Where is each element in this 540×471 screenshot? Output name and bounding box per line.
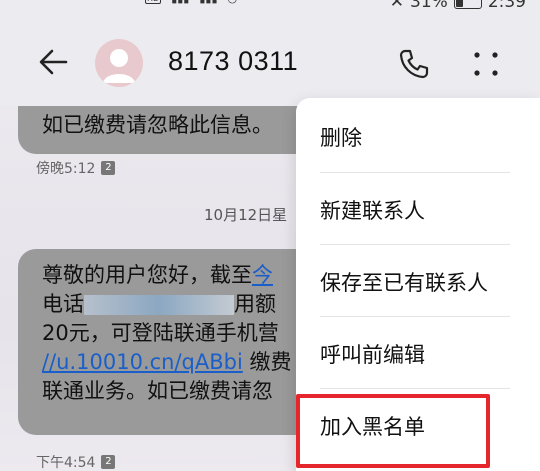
status-bar: HD ▮▮▮ ▮▮▮ ◔ ✕ 31% 2:39	[0, 0, 540, 22]
battery-percent: 31%	[410, 0, 448, 12]
options-menu: 删除 新建联系人 保存至已有联系人 呼叫前编辑 加入黑名单	[296, 98, 540, 471]
menu-item-new-contact[interactable]: 新建联系人	[296, 173, 540, 245]
message-meta: 傍晚5:12 2	[36, 158, 116, 178]
hd-icon: HD	[145, 0, 162, 4]
message-text: 缴费	[242, 350, 292, 374]
menu-item-delete[interactable]: 删除	[296, 100, 540, 172]
date-separator: 10月12日星	[204, 206, 288, 224]
signal-icon-2: ▮▮▮	[199, 0, 217, 5]
message-bubble[interactable]: 尊敬的用户您好，截至今 电话 用额 20元，可登陆联通手机营 //u.10010.…	[18, 249, 338, 435]
battery-fill	[455, 0, 463, 7]
message-line: 20元，可登陆联通手机营	[42, 321, 279, 345]
conversation-header: 8173 0311	[0, 22, 540, 106]
status-right: ✕ 31% 2:39	[390, 0, 526, 12]
message-line: 电话 用额	[42, 290, 338, 319]
message-line: 联通业务。如已缴费请忽	[42, 379, 273, 403]
more-options-icon[interactable]	[470, 48, 502, 80]
message-text: 如已缴费请忽略此信息。	[42, 113, 273, 137]
mute-icon: ✕	[389, 0, 405, 12]
redacted-block	[84, 295, 234, 315]
menu-item-save-to-existing[interactable]: 保存至已有联系人	[296, 245, 540, 317]
status-left: HD ▮▮▮ ▮▮▮ ◔	[145, 0, 237, 5]
message-text: 用额	[234, 292, 276, 316]
menu-item-label: 新建联系人	[320, 199, 425, 223]
message-bubble[interactable]: 如已缴费请忽略此信息。	[18, 106, 338, 154]
message-meta: 下午4:54 2	[36, 452, 116, 471]
status-time: 2:39	[487, 0, 526, 12]
wifi-icon: ◔	[228, 0, 238, 5]
message-link[interactable]: 今	[252, 263, 273, 287]
message-text: 尊敬的用户您好，截至	[42, 263, 252, 287]
sim-badge: 2	[101, 455, 116, 469]
signal-icon: ▮▮▮	[171, 0, 189, 5]
menu-item-edit-before-call[interactable]: 呼叫前编辑	[296, 317, 540, 389]
sim-badge: 2	[101, 161, 116, 175]
message-line: 尊敬的用户您好，截至今	[42, 261, 338, 290]
battery-icon	[453, 0, 482, 9]
contact-number: 8173 0311	[168, 46, 299, 76]
phone-icon[interactable]	[396, 46, 432, 82]
message-time: 傍晚5:12	[36, 161, 96, 177]
back-arrow-icon[interactable]	[36, 44, 72, 80]
person-icon	[103, 49, 135, 83]
menu-item-label: 呼叫前编辑	[320, 343, 425, 367]
highlight-box	[296, 394, 490, 468]
menu-item-label: 保存至已有联系人	[320, 271, 488, 295]
avatar[interactable]	[95, 39, 143, 87]
message-line: //u.10010.cn/qABbi 缴费	[42, 348, 338, 377]
menu-item-label: 删除	[320, 126, 362, 150]
message-text: 电话	[42, 292, 84, 316]
message-link[interactable]: //u.10010.cn/qABbi	[42, 350, 243, 374]
message-time: 下午4:54	[36, 455, 96, 471]
